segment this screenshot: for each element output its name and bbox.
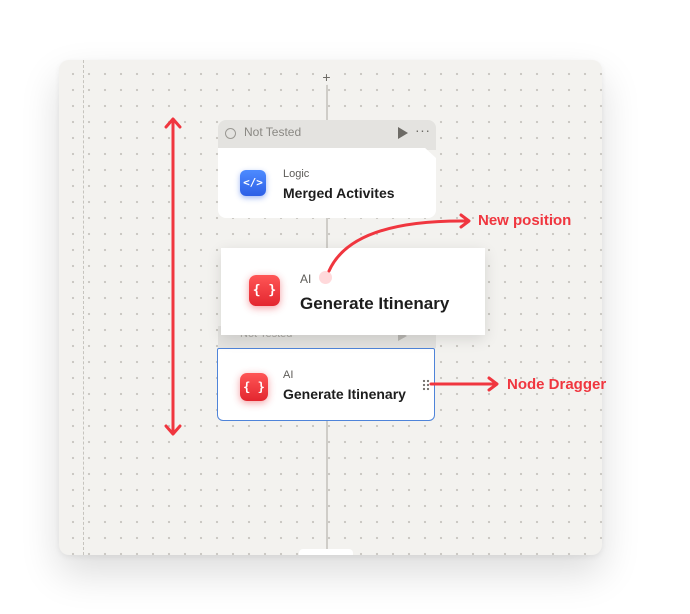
annotation-new-position: New position	[478, 212, 572, 229]
annotation-node-dragger: Node Dragger	[507, 376, 607, 393]
annotation-overlay	[164, 117, 499, 436]
new-position-arrow	[327, 219, 470, 273]
